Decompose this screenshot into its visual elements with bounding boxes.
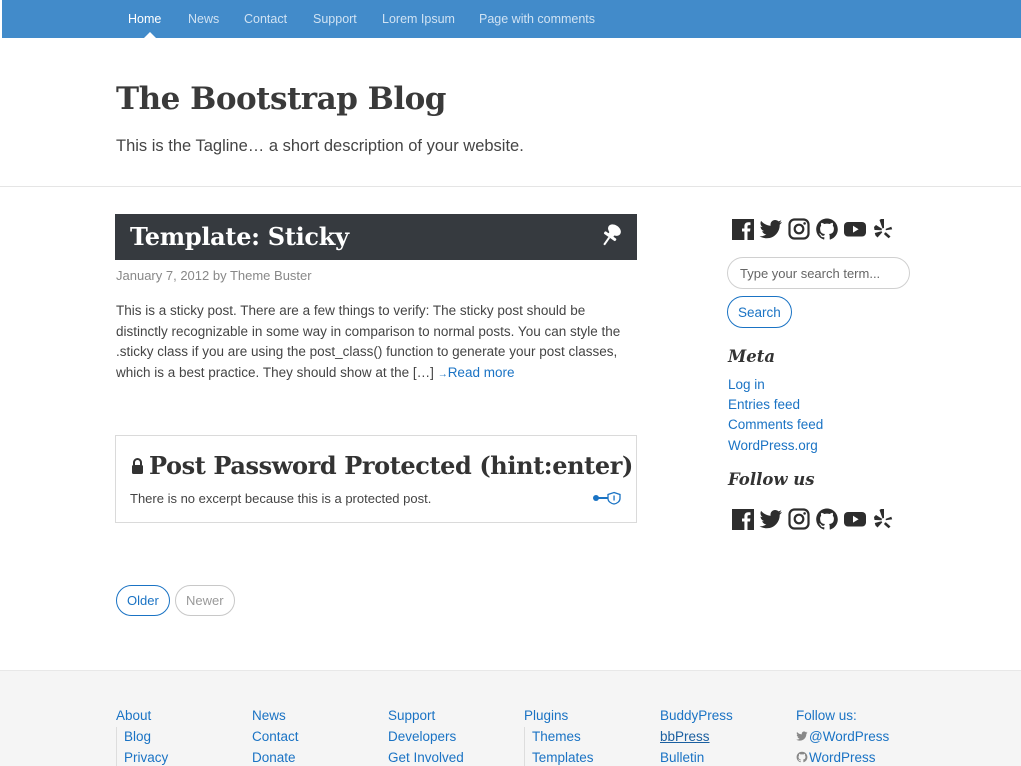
yelp-icon[interactable] — [871, 507, 895, 531]
nav-item-page-with-comments[interactable]: Page with comments — [479, 0, 595, 38]
arrow-right-icon: → — [437, 368, 448, 380]
footer-link-templates[interactable]: Templates — [532, 748, 594, 766]
newer-posts-button[interactable]: Newer — [175, 585, 235, 616]
twitter-icon — [796, 731, 808, 741]
header-divider — [0, 186, 1021, 187]
protected-post-title-wrap: Post Password Protected (hint:enter) — [131, 451, 633, 480]
protected-post-excerpt: There is no excerpt because this is a pr… — [130, 491, 432, 506]
sticky-post-header: Template: Sticky — [115, 214, 637, 260]
active-indicator — [144, 32, 156, 38]
meta-link-entries-feed[interactable]: Entries feed — [728, 397, 800, 412]
footer-column-news: News Contact Donate — [252, 707, 299, 766]
meta-link-log-in[interactable]: Log in — [728, 377, 765, 392]
footer-link-github[interactable]: WordPress — [796, 748, 889, 766]
footer-link-blog[interactable]: Blog — [124, 727, 168, 748]
facebook-icon[interactable] — [731, 217, 755, 241]
search-button[interactable]: Search — [727, 296, 792, 328]
twitter-icon[interactable] — [759, 507, 783, 531]
footer-column-about: About Blog Privacy — [116, 707, 168, 766]
protected-post-title[interactable]: Post Password Protected (hint:enter) — [149, 451, 633, 480]
footer-sublinks: bbPress Bulletin — [660, 727, 733, 766]
nav-item-contact[interactable]: Contact — [244, 0, 287, 38]
footer-sublinks: Contact Donate — [252, 727, 299, 766]
footer-follow-heading: Follow us: — [796, 708, 857, 723]
footer-link-about[interactable]: About — [116, 707, 168, 727]
sticky-post-meta: January 7, 2012 by Theme Buster — [116, 268, 312, 283]
footer-twitter-label: @WordPress — [809, 729, 890, 744]
follow-social-icons — [731, 507, 895, 531]
footer-link-bbpress[interactable]: bbPress — [660, 727, 733, 748]
older-posts-button[interactable]: Older — [116, 585, 170, 616]
footer-link-contact[interactable]: Contact — [252, 727, 299, 748]
instagram-icon[interactable] — [787, 507, 811, 531]
footer-link-themes[interactable]: Themes — [532, 727, 594, 748]
footer-link-twitter[interactable]: @WordPress — [796, 727, 889, 748]
footer-column-buddypress: BuddyPress bbPress Bulletin — [660, 707, 733, 766]
yelp-icon[interactable] — [871, 217, 895, 241]
top-navbar: Home News Contact Support Lorem Ipsum Pa… — [2, 0, 1021, 38]
site-tagline: This is the Tagline… a short description… — [116, 137, 524, 155]
meta-widget-title: Meta — [728, 347, 776, 366]
meta-link-wordpress-org[interactable]: WordPress.org — [728, 438, 818, 453]
footer-sublinks: Blog Privacy — [116, 727, 168, 766]
footer-link-buddypress[interactable]: BuddyPress — [660, 707, 733, 727]
footer-column-plugins: Plugins Themes Templates — [524, 707, 594, 766]
footer-column-support: Support Developers Get Involved — [388, 707, 464, 766]
key-shield-icon[interactable] — [592, 491, 622, 505]
github-icon[interactable] — [815, 217, 839, 241]
follow-widget-title: Follow us — [728, 470, 815, 489]
footer-link-get-involved[interactable]: Get Involved — [388, 748, 464, 766]
site-footer: About Blog Privacy News Contact Donate S… — [0, 670, 1021, 766]
footer-sublinks: Themes Templates — [524, 727, 594, 766]
footer-sublinks: @WordPress WordPress — [796, 727, 889, 766]
instagram-icon[interactable] — [787, 217, 811, 241]
sticky-post-excerpt-text: This is a sticky post. There are a few t… — [116, 303, 621, 380]
site-title[interactable]: The Bootstrap Blog — [116, 81, 447, 117]
footer-column-follow: Follow us: @WordPress WordPress — [796, 707, 889, 766]
nav-item-lorem-ipsum[interactable]: Lorem Ipsum — [382, 0, 455, 38]
pushpin-icon — [603, 224, 621, 246]
github-icon — [796, 751, 808, 762]
footer-link-bulletin[interactable]: Bulletin — [660, 748, 733, 766]
sticky-post-title[interactable]: Template: Sticky — [130, 222, 349, 251]
protected-post-card: Post Password Protected (hint:enter) The… — [115, 435, 637, 523]
youtube-icon[interactable] — [843, 507, 867, 531]
read-more-link[interactable]: →Read more — [438, 365, 515, 380]
footer-github-label: WordPress — [809, 749, 876, 765]
search-input[interactable] — [727, 257, 910, 289]
footer-link-donate[interactable]: Donate — [252, 748, 299, 766]
read-more-label: Read more — [447, 364, 515, 380]
meta-link-comments-feed[interactable]: Comments feed — [728, 417, 823, 432]
facebook-icon[interactable] — [731, 507, 755, 531]
footer-link-privacy[interactable]: Privacy — [124, 748, 168, 766]
nav-item-news[interactable]: News — [188, 0, 219, 38]
footer-sublinks: Developers Get Involved — [388, 727, 464, 766]
sticky-post-excerpt: This is a sticky post. There are a few t… — [116, 301, 636, 385]
sidebar-social-icons — [731, 217, 895, 241]
footer-link-plugins[interactable]: Plugins — [524, 707, 594, 727]
github-icon[interactable] — [815, 507, 839, 531]
youtube-icon[interactable] — [843, 217, 867, 241]
nav-item-support[interactable]: Support — [313, 0, 357, 38]
lock-icon — [132, 458, 143, 474]
footer-link-developers[interactable]: Developers — [388, 727, 464, 748]
footer-link-news[interactable]: News — [252, 707, 299, 727]
twitter-icon[interactable] — [759, 217, 783, 241]
footer-link-support[interactable]: Support — [388, 707, 464, 727]
